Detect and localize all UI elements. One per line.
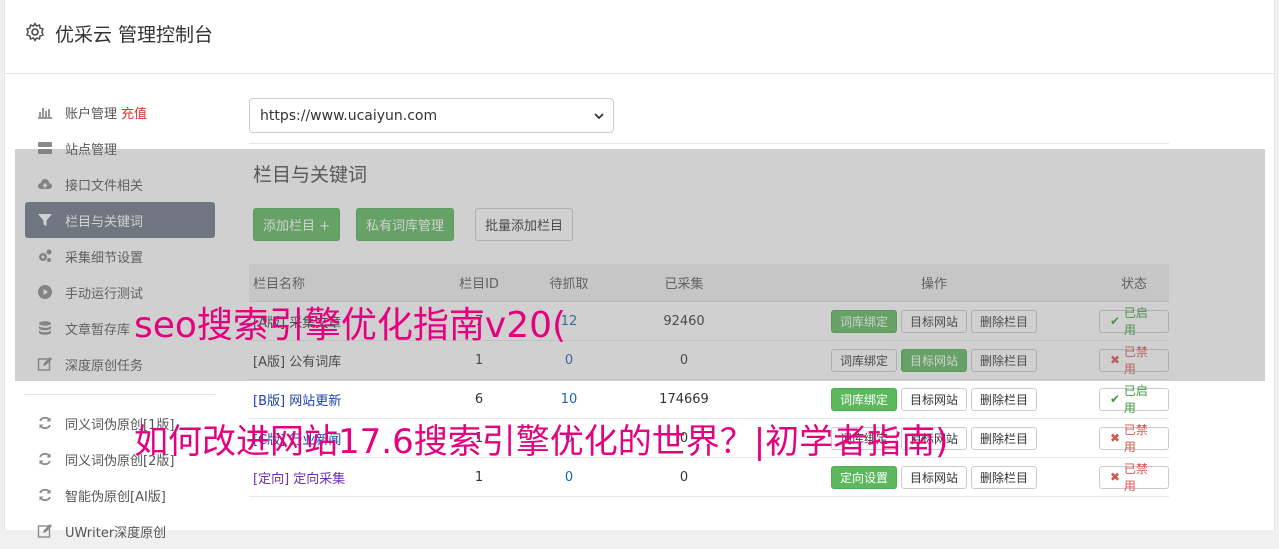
- done-count: 174669: [659, 391, 709, 407]
- pending-count[interactable]: 0: [519, 470, 619, 485]
- divider: [249, 143, 1169, 144]
- sidebar-item-label: 智能伪原创[AI版]: [65, 489, 166, 505]
- row-actions: 定向设置 目标网站 删除栏目: [749, 465, 1079, 489]
- column-name: 定向采集: [293, 471, 346, 487]
- status-toggle[interactable]: ✖ 已禁用: [1099, 462, 1169, 493]
- chevron-down-icon: [594, 113, 604, 120]
- state-cell: ✔ 已启用: [1079, 384, 1169, 415]
- refresh-icon: [37, 415, 53, 431]
- refresh-icon: [37, 487, 53, 503]
- edit-icon: [37, 523, 53, 539]
- watermark-line-2: 如何改进网站17.6搜索引擎优化的世界？|初学者指南): [134, 422, 949, 462]
- sidebar-item-label: UWriter深度原创: [65, 525, 167, 541]
- column-name-cell[interactable]: [B版] 网站更新: [249, 390, 439, 409]
- sidebar-item-label: 账户管理: [65, 106, 118, 122]
- site-select-value: https://www.ucaiyun.com: [260, 107, 438, 124]
- done-count: 0: [679, 469, 689, 485]
- status-toggle[interactable]: ✔ 已启用: [1099, 384, 1169, 415]
- state-cell: ✖ 已禁用: [1079, 423, 1169, 454]
- refresh-icon: [37, 451, 53, 467]
- delete-column-button[interactable]: 删除栏目: [971, 426, 1038, 450]
- column-name-cell[interactable]: [定向] 定向采集: [249, 468, 439, 487]
- recharge-link[interactable]: 充值: [121, 103, 147, 122]
- column-id: 6: [474, 391, 484, 407]
- delete-column-button[interactable]: 删除栏目: [971, 387, 1038, 411]
- status-toggle[interactable]: ✖ 已禁用: [1099, 423, 1169, 454]
- target-site-button[interactable]: 目标网站: [900, 465, 967, 489]
- sidebar-divider: [25, 394, 215, 395]
- row-actions: 词库绑定 目标网站 删除栏目: [749, 387, 1079, 411]
- directed-settings-button[interactable]: 定向设置: [830, 465, 897, 489]
- sidebar-item-account[interactable]: 账户管理 充值: [25, 94, 215, 130]
- gear-icon: [26, 22, 44, 42]
- sidebar-item-uwriter[interactable]: UWriter深度原创: [25, 513, 215, 549]
- lexicon-bind-button[interactable]: 词库绑定: [830, 387, 897, 411]
- column-name: 网站更新: [289, 393, 342, 409]
- status-label: 已禁用: [1123, 462, 1148, 493]
- table-row: [定向] 定向采集 1 0 0 定向设置 目标网站 删除栏目 ✖ 已禁用: [249, 458, 1169, 497]
- page-header: 优采云 管理控制台: [5, 0, 1276, 74]
- state-cell: ✖ 已禁用: [1079, 462, 1169, 493]
- site-select[interactable]: https://www.ucaiyun.com: [249, 98, 614, 133]
- column-version: [定向]: [253, 471, 290, 487]
- bar-chart-icon: [37, 104, 53, 120]
- page-title: 优采云 管理控制台: [55, 24, 214, 46]
- pending-count[interactable]: 10: [519, 392, 619, 407]
- delete-column-button[interactable]: 删除栏目: [971, 465, 1038, 489]
- status-label: 已启用: [1123, 384, 1148, 415]
- target-site-button[interactable]: 目标网站: [900, 387, 967, 411]
- status-label: 已禁用: [1123, 423, 1148, 454]
- column-id: 1: [474, 469, 484, 485]
- watermark-line-1: seo搜索引擎优化指南v20(: [134, 305, 567, 346]
- sidebar-item-ai-rewrite[interactable]: 智能伪原创[AI版]: [25, 477, 215, 513]
- column-version: [B版]: [253, 393, 286, 409]
